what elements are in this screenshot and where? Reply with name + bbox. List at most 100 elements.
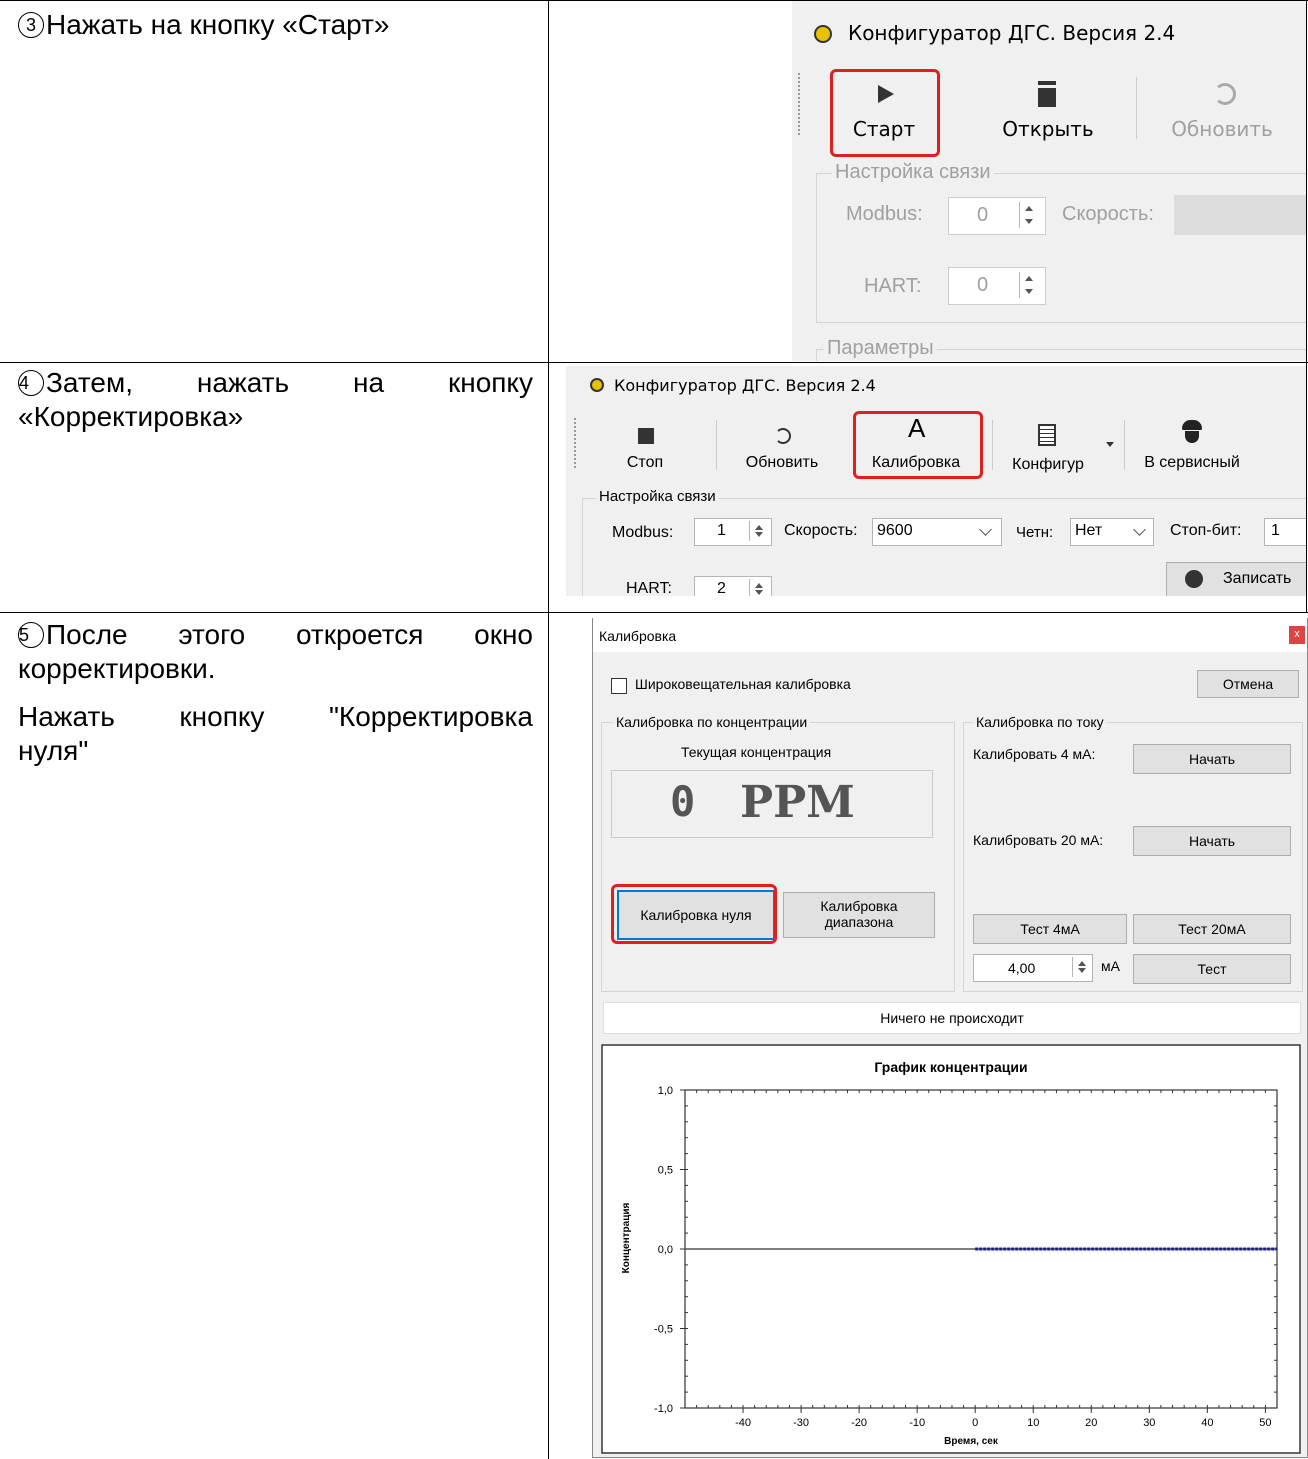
hart-label: HART: — [864, 275, 922, 297]
x-tick-label: -20 — [851, 1417, 867, 1429]
test-button[interactable]: Тест — [1133, 954, 1291, 984]
modbus-spinner[interactable] — [749, 521, 768, 541]
toolbar-separator — [1136, 77, 1137, 139]
step-number: 4 — [18, 370, 44, 396]
highlight-frame — [611, 884, 777, 944]
row-divider — [0, 362, 1308, 363]
hart-input[interactable]: 0 — [948, 267, 1046, 305]
modbus-label: Modbus: — [612, 524, 674, 541]
open-button[interactable]: Открыть — [988, 71, 1108, 153]
screenshot-start: Конфигуратор ДГС. Версия 2.4 Старт Откры… — [792, 1, 1306, 361]
toolbar-separator — [1124, 420, 1125, 470]
cancel-button[interactable]: Отмена — [1197, 670, 1299, 698]
chevron-down-icon — [979, 523, 992, 536]
x-tick-label: 40 — [1201, 1417, 1213, 1429]
conc-display: 0 PPM — [611, 770, 933, 838]
x-tick-label: 0 — [972, 1417, 978, 1429]
refresh-button[interactable]: Обновить — [1152, 71, 1292, 153]
x-tick-label: 20 — [1085, 1417, 1097, 1429]
broadcast-label: Широковещательная калибровка — [635, 676, 851, 692]
concentration-chart: График концентрации Концентрация Время, … — [601, 1044, 1301, 1454]
x-axis-label: Время, сек — [944, 1436, 999, 1447]
refresh-icon — [775, 428, 791, 444]
y-tick-label: 1,0 — [658, 1085, 673, 1097]
table-border-right — [1306, 0, 1307, 612]
stopbit-input[interactable]: 1 — [1264, 518, 1306, 546]
cal4-start-button[interactable]: Начать — [1133, 744, 1291, 774]
ma-value-input[interactable]: 4,00 — [973, 954, 1093, 982]
window-title: Калибровка — [599, 628, 677, 644]
step-number: 5 — [18, 622, 44, 648]
x-tick-label: -10 — [909, 1417, 925, 1429]
highlight-frame — [830, 69, 940, 157]
write-icon — [1185, 570, 1203, 588]
screenshot-calibration-toolbar: Конфигуратор ДГС. Версия 2.4 Стоп Обнови… — [566, 366, 1306, 596]
x-tick-label: 30 — [1143, 1417, 1155, 1429]
test-20ma-button[interactable]: Тест 20мА — [1133, 914, 1291, 944]
conc-unit: PPM — [740, 777, 855, 828]
conc-calibration-group — [601, 722, 955, 992]
calibration-window: Калибровка x Широковещательная калибровк… — [592, 618, 1308, 1458]
y-tick-label: 0,0 — [658, 1244, 673, 1256]
x-tick-label: 10 — [1027, 1417, 1039, 1429]
write-button[interactable]: Записать — [1166, 562, 1306, 596]
hart-spinner[interactable] — [749, 579, 768, 596]
test-4ma-button[interactable]: Тест 4мА — [973, 914, 1127, 944]
cal20-start-button[interactable]: Начать — [1133, 826, 1291, 856]
parity-select[interactable]: Нет — [1070, 518, 1154, 546]
column-divider — [548, 0, 549, 1459]
modbus-input[interactable]: 1 — [694, 518, 772, 546]
conc-value: 0 — [670, 777, 696, 826]
speed-select[interactable] — [1174, 195, 1306, 235]
chart-title: График концентрации — [874, 1059, 1027, 1075]
app-logo-icon — [590, 378, 604, 392]
comm-settings-label: Настройка связи — [832, 161, 994, 184]
x-tick-label: -40 — [735, 1417, 751, 1429]
title-bar: Калибровка x — [593, 618, 1307, 652]
modbus-spinner[interactable] — [1019, 202, 1038, 228]
config-button[interactable]: Конфигур — [998, 416, 1098, 476]
list-icon — [1038, 424, 1056, 446]
hart-input[interactable]: 2 — [694, 576, 772, 596]
status-bar: Ничего не происходит — [603, 1002, 1301, 1034]
conc-calibration-label: Калибровка по концентрации — [613, 714, 811, 730]
speed-label: Скорость: — [784, 522, 858, 539]
cal4-label: Калибровать 4 мА: — [973, 746, 1096, 762]
ma-unit: мА — [1101, 958, 1120, 974]
cal20-label: Калибровать 20 мА: — [973, 832, 1104, 848]
speed-label: Скорость: — [1062, 203, 1154, 225]
toolbar-grip — [574, 418, 578, 468]
app-logo-icon — [814, 25, 832, 43]
open-icon — [1038, 81, 1056, 107]
y-tick-label: -1,0 — [654, 1403, 673, 1415]
range-calibration-button[interactable]: Калибровка диапазона — [783, 892, 935, 938]
step-4-text: 4 Затем, нажать на кнопку «Корректировка» — [18, 367, 533, 432]
step-number: 3 — [18, 12, 44, 38]
window-title: Конфигуратор ДГС. Версия 2.4 — [614, 376, 876, 395]
speed-select[interactable]: 9600 — [872, 518, 1002, 546]
stop-button[interactable]: Стоп — [610, 416, 680, 476]
modbus-input[interactable]: 0 — [948, 197, 1046, 235]
x-tick-label: -30 — [793, 1417, 809, 1429]
params-label: Параметры — [824, 337, 937, 360]
window-title: Конфигуратор ДГС. Версия 2.4 — [848, 21, 1176, 45]
current-calibration-label: Калибровка по току — [973, 714, 1107, 730]
toolbar-grip — [798, 73, 802, 135]
service-mode-button[interactable]: В сервисный — [1132, 416, 1252, 476]
broadcast-checkbox[interactable] — [611, 678, 627, 694]
ma-spinner[interactable] — [1072, 957, 1091, 977]
worker-icon — [1182, 420, 1202, 430]
refresh-icon — [1214, 83, 1236, 105]
step-5-text: 5 После этого откроется окно корректировк… — [18, 619, 533, 766]
y-tick-label: -0,5 — [654, 1324, 673, 1336]
highlight-frame — [853, 411, 983, 479]
row-divider — [0, 612, 1308, 613]
y-axis-label: Концентрация — [621, 1202, 632, 1273]
hart-spinner[interactable] — [1019, 272, 1038, 298]
refresh-button[interactable]: Обновить — [732, 416, 832, 476]
modbus-label: Modbus: — [846, 203, 923, 225]
close-button[interactable]: x — [1289, 626, 1305, 644]
toolbar-separator — [716, 420, 717, 470]
toolbar-separator — [992, 420, 993, 470]
dropdown-arrow-icon[interactable] — [1106, 442, 1114, 447]
